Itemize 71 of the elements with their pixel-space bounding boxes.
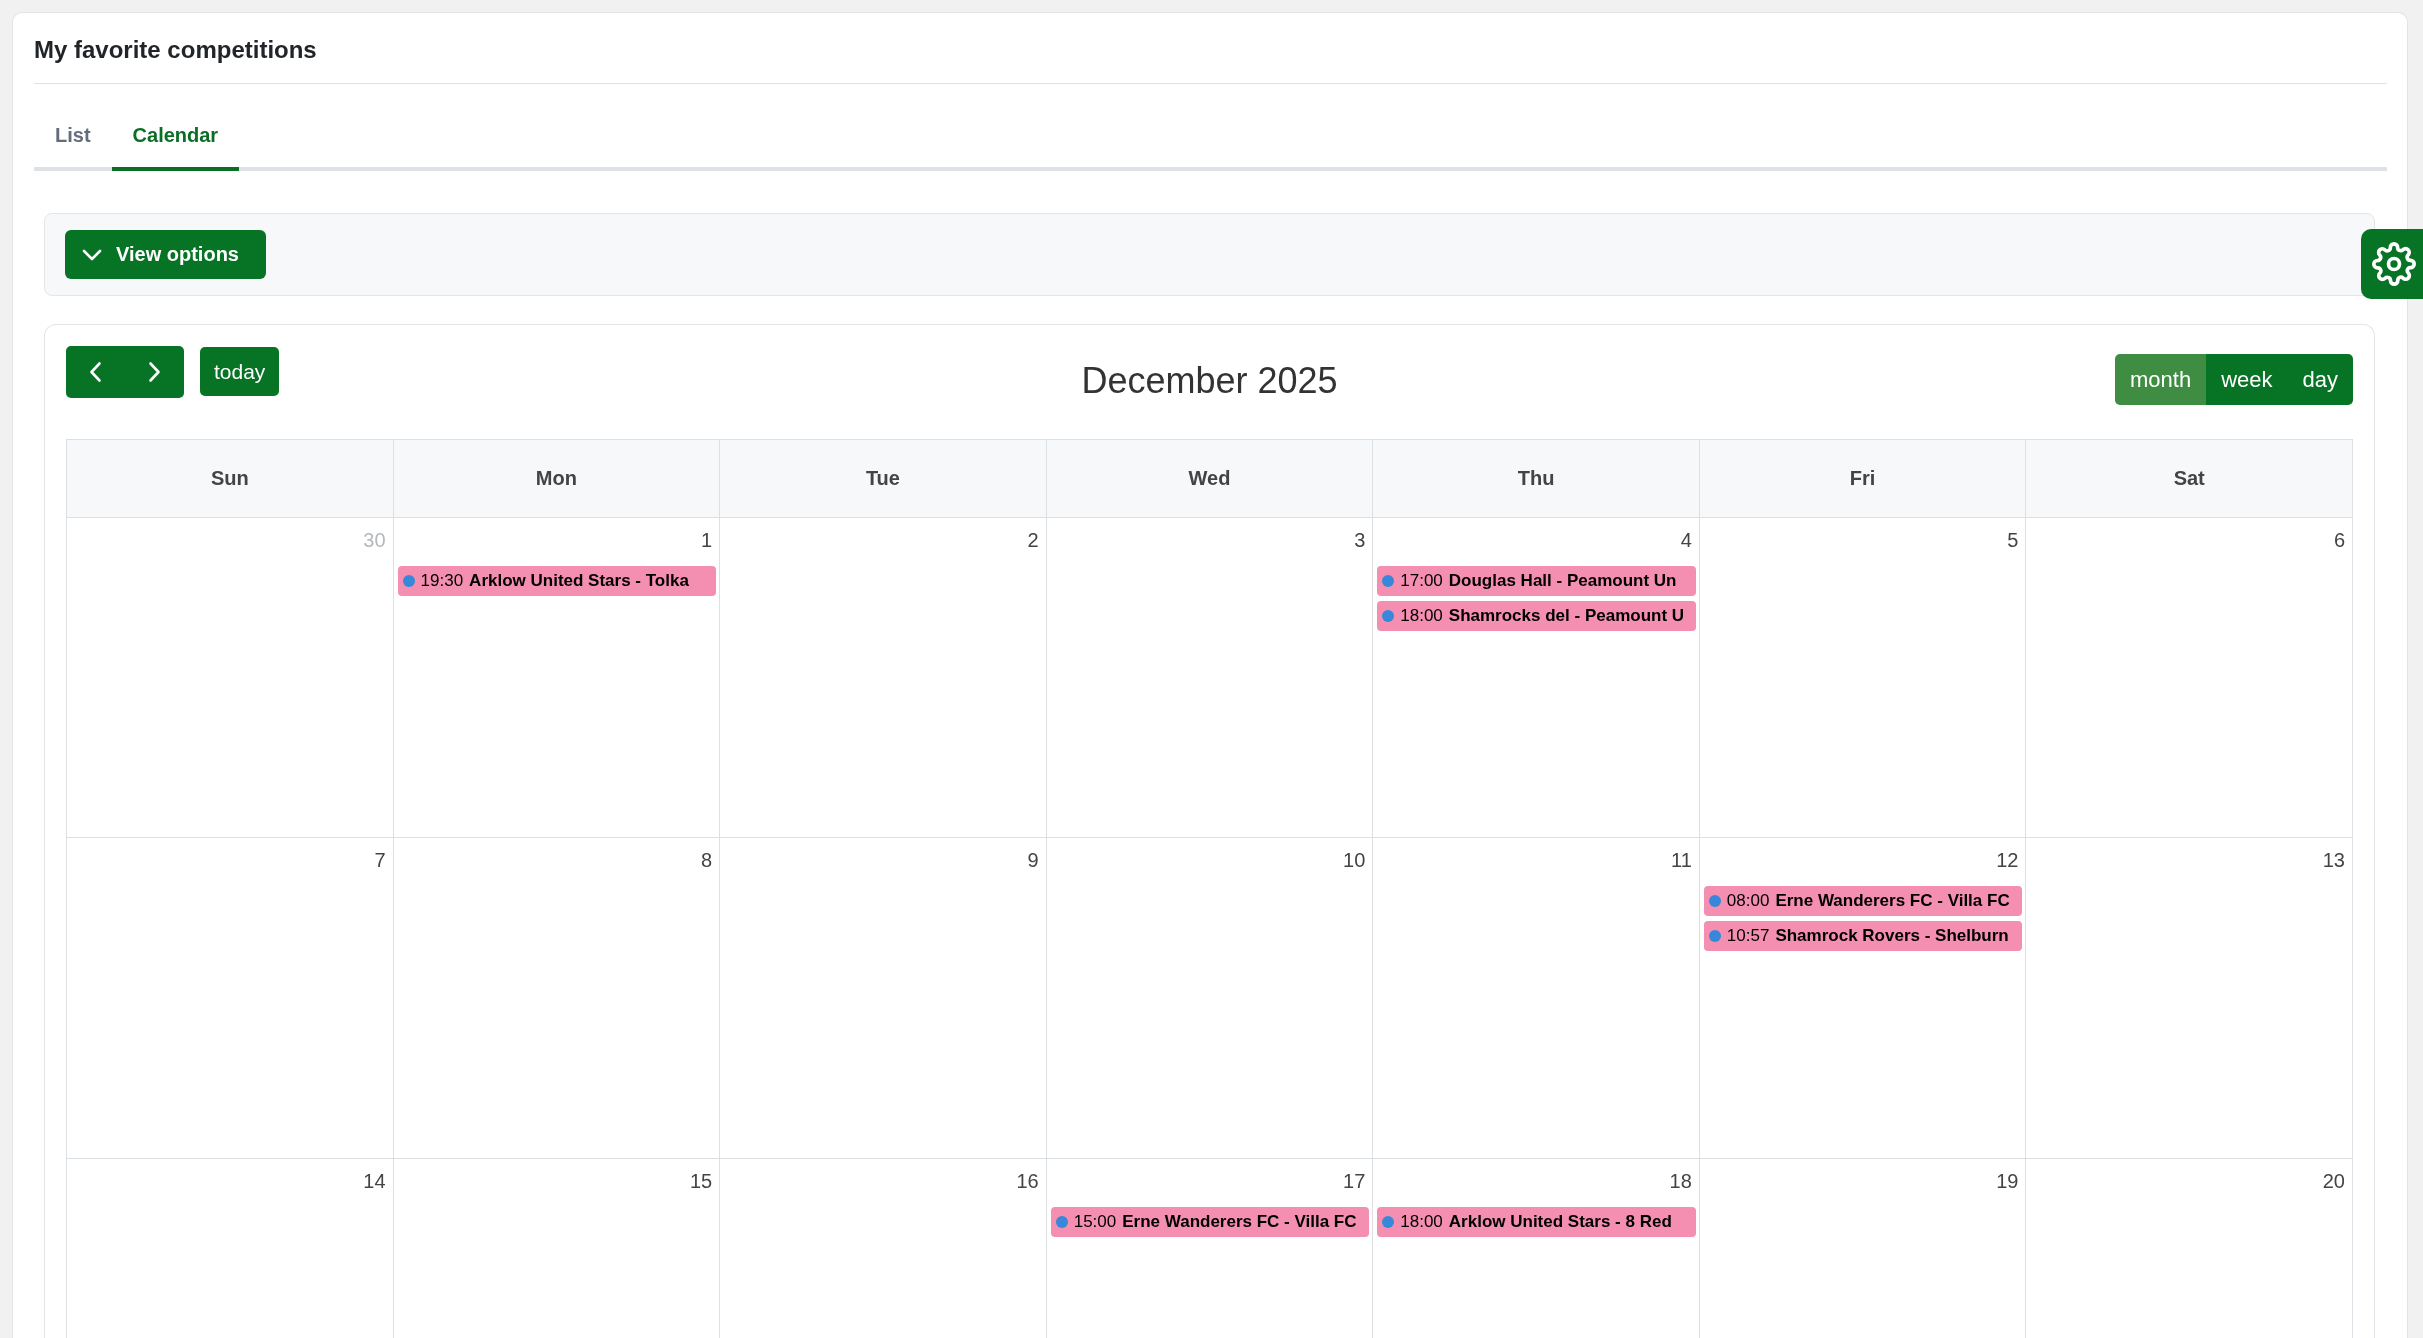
event-dot-icon (1382, 1216, 1395, 1228)
view-button[interactable]: week (2206, 354, 2288, 405)
event-title: Erne Wanderers FC - Villa FC (1775, 891, 2010, 911)
day-number: 13 (2322, 849, 2345, 871)
day-number: 19 (1996, 1170, 2019, 1192)
event-dot-icon (402, 575, 415, 587)
day-number: 3 (1354, 529, 1366, 551)
tab[interactable]: Calendar (111, 104, 240, 171)
view-button[interactable]: day (2287, 354, 2353, 405)
day-number: 20 (2322, 1170, 2345, 1192)
event-time: 19:30 (420, 571, 464, 591)
day-number: 1 (701, 529, 713, 551)
today-button[interactable]: today (200, 347, 280, 396)
event-dot-icon (1708, 930, 1721, 942)
day-number: 9 (1027, 849, 1039, 871)
day-number: 12 (1996, 849, 2019, 871)
event-time: 15:00 (1073, 1212, 1117, 1232)
calendar-event[interactable]: 15:00 Erne Wanderers FC - Villa FC (1050, 1207, 1370, 1237)
day-number: 8 (701, 849, 713, 871)
weekday-header: Tue (720, 440, 1047, 518)
view-options-button[interactable]: View options (65, 230, 266, 279)
day-number: 6 (2333, 529, 2345, 551)
weekday-header: Fri (1699, 440, 2027, 518)
day-number: 2 (1027, 529, 1039, 551)
day-number: 5 (2007, 529, 2019, 551)
event-time: 10:57 (1726, 926, 1770, 946)
settings-icon (2372, 242, 2416, 286)
calendar-event[interactable]: 18:00 Arklow United Stars - 8 Red (1377, 1207, 1696, 1237)
calendar-title: December 2025 (1081, 360, 1338, 402)
event-time: 17:00 (1400, 571, 1443, 591)
calendar-event[interactable]: 18:00 Shamrocks del - Peamount U (1377, 601, 1696, 631)
event-dot-icon (1382, 575, 1395, 587)
day-number: 16 (1016, 1170, 1039, 1192)
prev-button[interactable] (66, 346, 125, 398)
event-title: Douglas Hall - Peamount Un (1448, 571, 1677, 591)
day-number: 15 (689, 1170, 713, 1192)
calendar-event[interactable]: 19:30 Arklow United Stars - Tolka (397, 566, 717, 596)
weekday-header: Wed (1046, 440, 1374, 518)
event-title: Arklow United Stars - 8 Red (1448, 1212, 1672, 1232)
weekday-header: Thu (1373, 440, 1700, 518)
event-title: Erne Wanderers FC - Villa FC (1122, 1212, 1357, 1232)
page-title: My favorite competitions (34, 35, 317, 65)
event-dot-icon (1382, 610, 1395, 622)
day-number: 4 (1680, 529, 1692, 551)
day-number: 11 (1671, 849, 1692, 871)
day-number: 10 (1343, 849, 1366, 871)
event-time: 08:00 (1726, 891, 1770, 911)
day-number: 7 (374, 849, 386, 871)
event-time: 18:00 (1400, 1212, 1443, 1232)
chevron-left-icon (90, 362, 101, 382)
event-dot-icon (1055, 1216, 1068, 1228)
calendar-event[interactable]: 08:00 Erne Wanderers FC - Villa FC (1703, 886, 2023, 916)
day-number: 17 (1343, 1170, 1366, 1192)
calendar-event[interactable]: 17:00 Douglas Hall - Peamount Un (1377, 566, 1696, 596)
event-title: Shamrock Rovers - Shelburn (1775, 926, 2009, 946)
chevron-right-icon (149, 362, 160, 382)
calendar-event[interactable]: 10:57 Shamrock Rovers - Shelburn (1703, 921, 2023, 951)
event-title: Shamrocks del - Peamount U (1448, 606, 1685, 626)
day-number: 30 (363, 529, 386, 551)
event-time: 18:00 (1400, 606, 1443, 626)
tab[interactable]: List (34, 104, 112, 171)
weekday-header: Sat (2026, 440, 2353, 518)
event-title: Arklow United Stars - Tolka (469, 571, 689, 591)
settings-button[interactable] (2361, 229, 2423, 299)
event-dot-icon (1708, 895, 1721, 907)
day-number: 14 (363, 1170, 386, 1192)
view-button[interactable]: month (2115, 354, 2207, 405)
weekday-header: Sun (67, 440, 394, 518)
weekday-header: Mon (393, 440, 721, 518)
day-number: 18 (1669, 1170, 1692, 1192)
next-button[interactable] (125, 346, 184, 398)
